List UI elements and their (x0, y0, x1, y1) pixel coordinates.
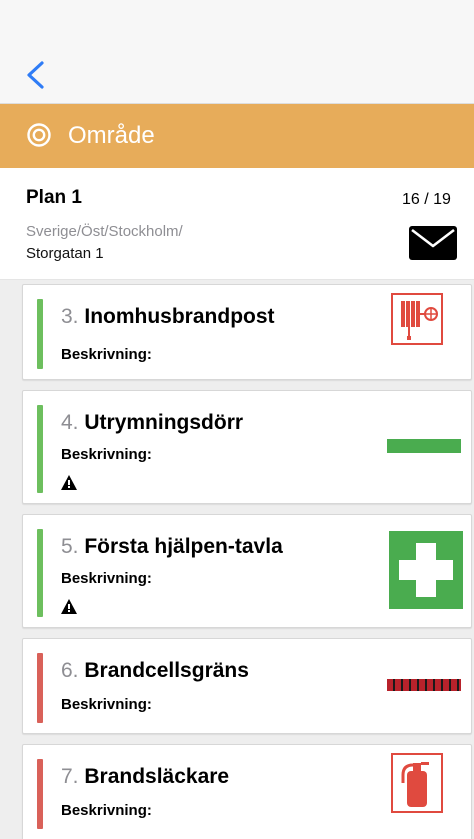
item-name: Brandsläckare (84, 765, 230, 788)
item-number: 3. (61, 305, 79, 328)
chevron-left-icon (27, 61, 44, 89)
item-name: Första hjälpen-tavla (84, 535, 283, 558)
item-number: 7. (61, 765, 79, 788)
status-indicator (37, 653, 43, 723)
list-item[interactable]: 4. Utrymningsdörr Beskrivning: (22, 390, 472, 504)
description-label: Beskrivning: (61, 446, 152, 463)
fire-compartment-line-icon (387, 679, 461, 691)
description-label: Beskrivning: (61, 570, 152, 587)
plan-street-address: Storgatan 1 (26, 245, 104, 262)
envelope-icon[interactable] (409, 226, 457, 260)
status-indicator (37, 405, 43, 493)
green-line-icon (387, 439, 461, 453)
item-title: 6. Brandcellsgräns (61, 657, 249, 685)
item-title: 3. Inomhusbrandpost (61, 303, 275, 331)
item-name: Utrymningsdörr (84, 411, 244, 434)
item-number: 5. (61, 535, 79, 558)
navigation-bar (0, 0, 474, 104)
app-screen: Område Plan 1 Sverige/Öst/Stockholm/ Sto… (0, 0, 474, 839)
warning-icon (61, 599, 77, 614)
first-aid-cross-icon (389, 531, 463, 609)
fire-hose-reel-icon (391, 293, 443, 345)
object-list: 3. Inomhusbrandpost Beskrivning: 4. Utry… (0, 280, 474, 839)
description-label: Beskrivning: (61, 696, 152, 713)
plan-title: Plan 1 (26, 187, 82, 208)
area-title: Område (68, 122, 155, 149)
plan-header: Plan 1 Sverige/Öst/Stockholm/ Storgatan … (0, 168, 474, 280)
warning-icon (61, 475, 77, 490)
plan-item-counter: 16 / 19 (402, 191, 451, 208)
list-item[interactable]: 7. Brandsläckare Beskrivning: (22, 744, 472, 839)
item-name: Inomhusbrandpost (84, 305, 275, 328)
item-name: Brandcellsgräns (84, 659, 249, 682)
item-number: 4. (61, 411, 79, 434)
item-title: 4. Utrymningsdörr (61, 409, 243, 437)
area-header[interactable]: Område (0, 104, 474, 168)
description-label: Beskrivning: (61, 346, 152, 363)
status-indicator (37, 529, 43, 617)
list-item[interactable]: 6. Brandcellsgräns Beskrivning: (22, 638, 472, 734)
item-title: 5. Första hjälpen-tavla (61, 533, 283, 561)
status-indicator (37, 299, 43, 369)
list-item[interactable]: 5. Första hjälpen-tavla Beskrivning: (22, 514, 472, 628)
status-indicator (37, 759, 43, 829)
description-label: Beskrivning: (61, 802, 152, 819)
target-icon (27, 123, 51, 147)
back-button[interactable] (20, 52, 60, 96)
fire-extinguisher-icon (391, 753, 443, 813)
list-item[interactable]: 3. Inomhusbrandpost Beskrivning: (22, 284, 472, 380)
plan-location-path: Sverige/Öst/Stockholm/ (26, 223, 183, 240)
item-title: 7. Brandsläckare (61, 763, 229, 791)
item-number: 6. (61, 659, 79, 682)
